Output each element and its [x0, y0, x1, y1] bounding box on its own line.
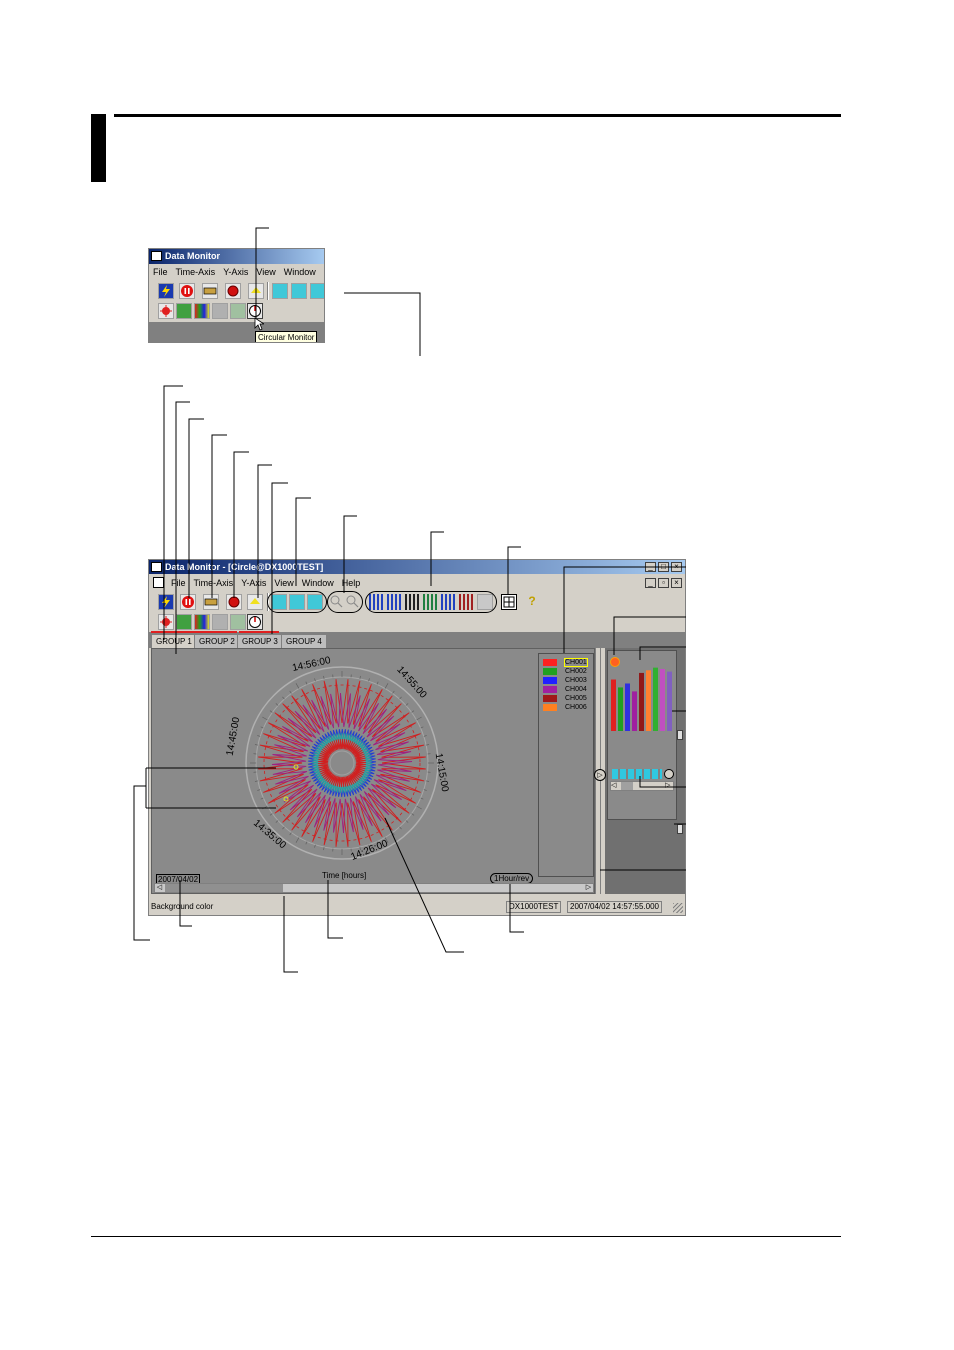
- callout-line: [179, 880, 192, 927]
- callout-line: [255, 227, 269, 318]
- callout-line: [283, 896, 298, 973]
- callout-line: [327, 880, 343, 939]
- callout-line: [257, 464, 272, 598]
- callout-line: [188, 418, 204, 598]
- callout-line: [295, 497, 311, 586]
- callout-line: [430, 531, 444, 586]
- callout-line: [613, 616, 686, 655]
- callout-line: [271, 482, 288, 634]
- callout-line: [639, 646, 686, 660]
- callout-line: [384, 817, 464, 953]
- callout-line: [639, 776, 686, 788]
- callout-line: [343, 515, 357, 593]
- callout-line: [507, 546, 521, 595]
- callout-lines: [133, 227, 686, 973]
- callout-line: [211, 434, 227, 598]
- callout-line: [133, 767, 276, 941]
- callout-line: [163, 385, 183, 640]
- callout-line: [233, 451, 249, 598]
- callout-line: [509, 884, 524, 933]
- callout-line: [344, 292, 421, 356]
- callout-line: [563, 566, 686, 653]
- callout-line: [175, 401, 190, 654]
